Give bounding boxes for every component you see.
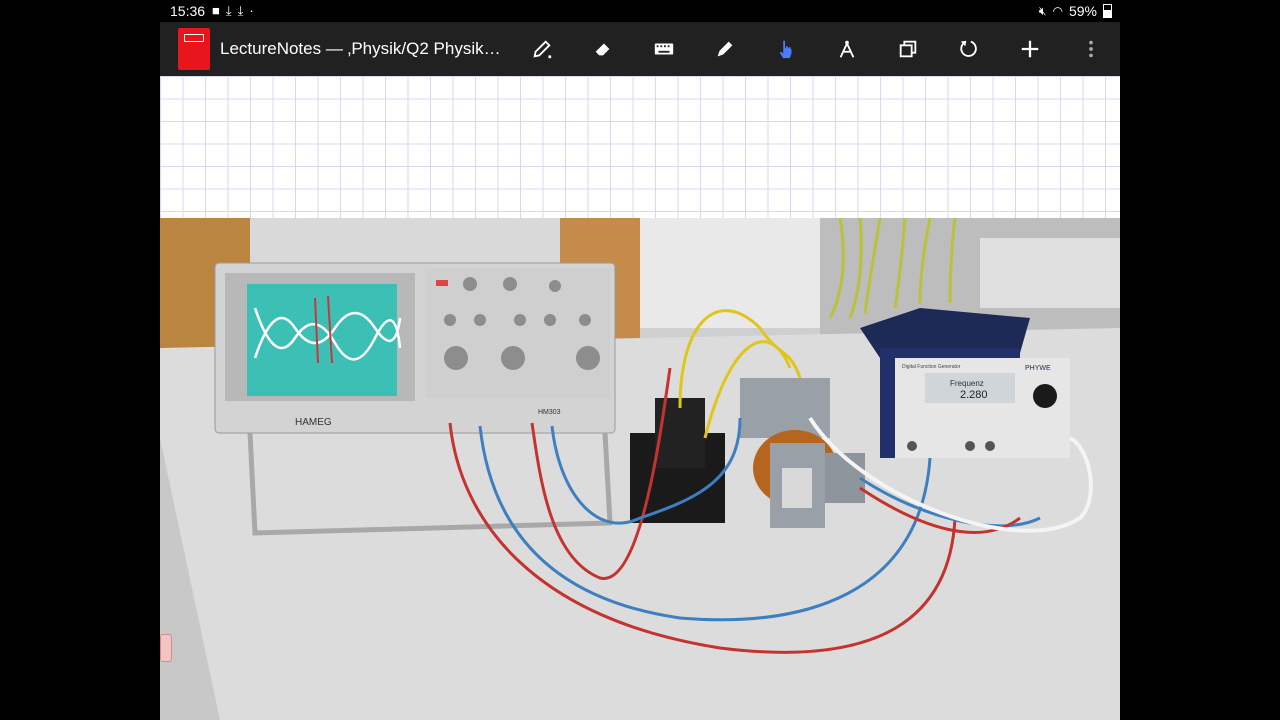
- more-vert-icon[interactable]: [1077, 36, 1105, 62]
- status-time: 15:36: [170, 3, 206, 19]
- hand-pointer-icon[interactable]: [772, 36, 800, 62]
- status-bar: 15:36 ■⤓⤓· 🔇︎ ◠ 59%: [160, 0, 1120, 22]
- add-icon[interactable]: [1016, 36, 1044, 62]
- experiment-photo: HAMEG HM303 Frequenz 2.280 Digital Funct…: [160, 218, 1120, 720]
- battery-text: 59%: [1068, 3, 1097, 19]
- wifi-icon: ◠: [1052, 4, 1063, 18]
- side-drawer-handle[interactable]: [160, 634, 172, 662]
- notebook-title[interactable]: LectureNotes — ‚Physik/Q2 Physik…: [220, 39, 510, 59]
- keyboard-icon[interactable]: [650, 36, 678, 62]
- generator-brand: PHYWE: [1025, 365, 1051, 372]
- generator-reading: 2.280: [960, 389, 988, 401]
- video-icon: ■: [212, 3, 226, 18]
- undo-icon[interactable]: [955, 36, 983, 62]
- download-icon: ⤓: [225, 3, 238, 18]
- pen-icon[interactable]: [528, 36, 556, 62]
- compass-icon[interactable]: [833, 36, 861, 62]
- marker-icon[interactable]: [711, 36, 739, 62]
- copy-icon[interactable]: [894, 36, 922, 62]
- note-canvas[interactable]: [160, 76, 1120, 218]
- oscilloscope-model: HM303: [538, 409, 561, 416]
- app-bar: LectureNotes — ‚Physik/Q2 Physik…: [160, 22, 1120, 76]
- notebook-icon[interactable]: [178, 28, 210, 70]
- mute-icon: 🔇︎: [1038, 3, 1047, 18]
- generator-mode: Frequenz: [950, 379, 984, 388]
- generator-label: Digital Function Generator: [902, 364, 961, 370]
- download-icon: ⤓: [237, 3, 250, 18]
- eraser-icon[interactable]: [589, 36, 617, 62]
- notification-icons: ■⤓⤓·: [212, 3, 260, 19]
- oscilloscope-brand: HAMEG: [295, 417, 332, 428]
- dot-icon: ·: [249, 3, 260, 18]
- battery-icon: [1103, 4, 1112, 18]
